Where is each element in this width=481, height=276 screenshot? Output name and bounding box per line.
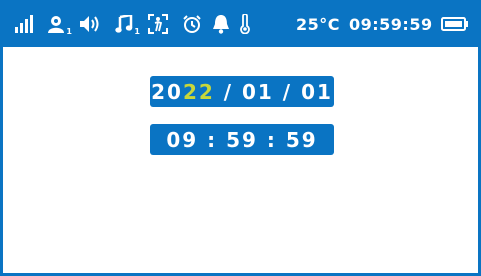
music-icon: 1 xyxy=(112,13,140,36)
user-badge: 1 xyxy=(66,27,72,36)
alarm-clock-icon xyxy=(180,13,204,35)
thermometer-icon xyxy=(236,13,254,35)
user-icon: 1 xyxy=(44,13,72,36)
signal-icon xyxy=(14,13,36,35)
time-value: 09 : 59 : 59 xyxy=(166,127,318,152)
date-year-prefix: 20 xyxy=(151,79,183,104)
temperature-readout: 25°C xyxy=(296,15,341,34)
status-time: 09:59:59 xyxy=(349,15,433,34)
date-year-suffix-highlighted[interactable]: 22 xyxy=(183,80,215,104)
speaker-icon xyxy=(78,13,104,35)
person-tracking-icon xyxy=(146,13,170,35)
date-display: 20 22 / 01 / 01 xyxy=(150,76,334,107)
bell-icon xyxy=(210,13,232,35)
time-display: 09 : 59 : 59 xyxy=(150,124,334,155)
music-badge: 1 xyxy=(134,27,140,36)
date-month-day: / 01 / 01 xyxy=(214,79,333,104)
status-bar: 1 1 25°C 09:59:59 xyxy=(0,0,481,47)
battery-icon xyxy=(440,13,470,35)
